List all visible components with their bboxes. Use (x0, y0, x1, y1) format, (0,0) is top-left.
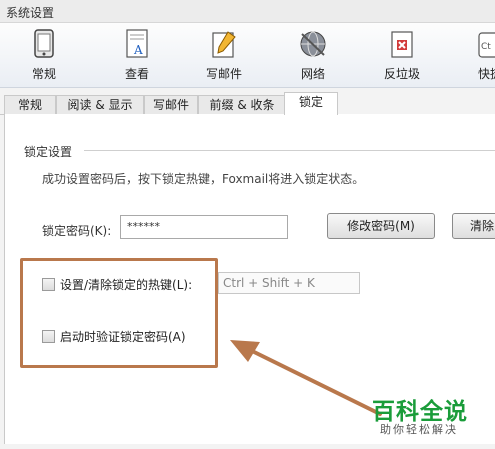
tab-read-display[interactable]: 阅读 & 显示 (56, 95, 144, 114)
tab-compose[interactable]: 写邮件 (144, 95, 198, 114)
window-title: 系统设置 (6, 6, 55, 20)
toolbar-compose-button[interactable]: 写邮件 (192, 23, 256, 87)
globe-network-icon (300, 31, 326, 57)
toolbar-network-button[interactable]: 网络 (281, 23, 345, 87)
toolbar-antispam-button[interactable]: 反垃圾 (370, 23, 434, 87)
tab-lock[interactable]: 锁定 (284, 92, 338, 115)
toolbar-shortcut-label: 快捷 (477, 67, 495, 81)
keyboard-shortcut-icon: Ct (478, 32, 495, 58)
password-label: 锁定密码(K): (42, 224, 112, 238)
settings-toolbar: 常规 A 查看 写邮件 网络 反垃圾 Ct 快 (0, 23, 495, 88)
tab-general[interactable]: 常规 (4, 95, 56, 114)
phone-icon (34, 29, 54, 58)
toolbar-compose-label: 写邮件 (205, 67, 242, 81)
svg-text:A: A (133, 43, 143, 57)
title-bar: 系统设置 (0, 0, 495, 23)
compose-pencil-icon (212, 31, 236, 58)
toolbar-view-label: 查看 (124, 67, 149, 81)
watermark-tagline: 助你轻松解决 (380, 423, 458, 436)
hotkey-input[interactable]: Ctrl + Shift + K (218, 272, 360, 294)
settings-tabs: 常规 阅读 & 显示 写邮件 前缀 & 收条 锁定 (0, 92, 495, 115)
password-field[interactable]: ****** (120, 215, 288, 239)
clear-password-button[interactable]: 清除 (452, 213, 495, 239)
toolbar-network-label: 网络 (300, 67, 325, 81)
toolbar-view-button[interactable]: A 查看 (105, 23, 169, 87)
lock-description: 成功设置密码后，按下锁定热键，Foxmail将进入锁定状态。 (42, 172, 365, 186)
highlight-box (20, 258, 218, 368)
toolbar-antispam-label: 反垃圾 (383, 67, 420, 81)
group-divider (84, 150, 495, 151)
tab-prefix-receipt[interactable]: 前缀 & 收条 (198, 95, 286, 114)
lock-group-label: 锁定设置 (24, 143, 73, 160)
settings-window: 系统设置 常规 A 查看 写邮件 网络 反垃圾 Ct 快 常规 阅读 & 显示 … (0, 0, 495, 449)
svg-text:Ct: Ct (481, 42, 491, 52)
annotation-arrow-icon (230, 340, 382, 416)
document-view-icon: A (126, 29, 148, 58)
trash-x-icon (391, 31, 413, 58)
toolbar-general-button[interactable]: 常规 (12, 23, 76, 87)
toolbar-shortcut-button[interactable]: Ct 快捷 (458, 23, 495, 87)
toolbar-general-label: 常规 (31, 67, 56, 81)
change-password-button[interactable]: 修改密码(M) (327, 213, 435, 239)
